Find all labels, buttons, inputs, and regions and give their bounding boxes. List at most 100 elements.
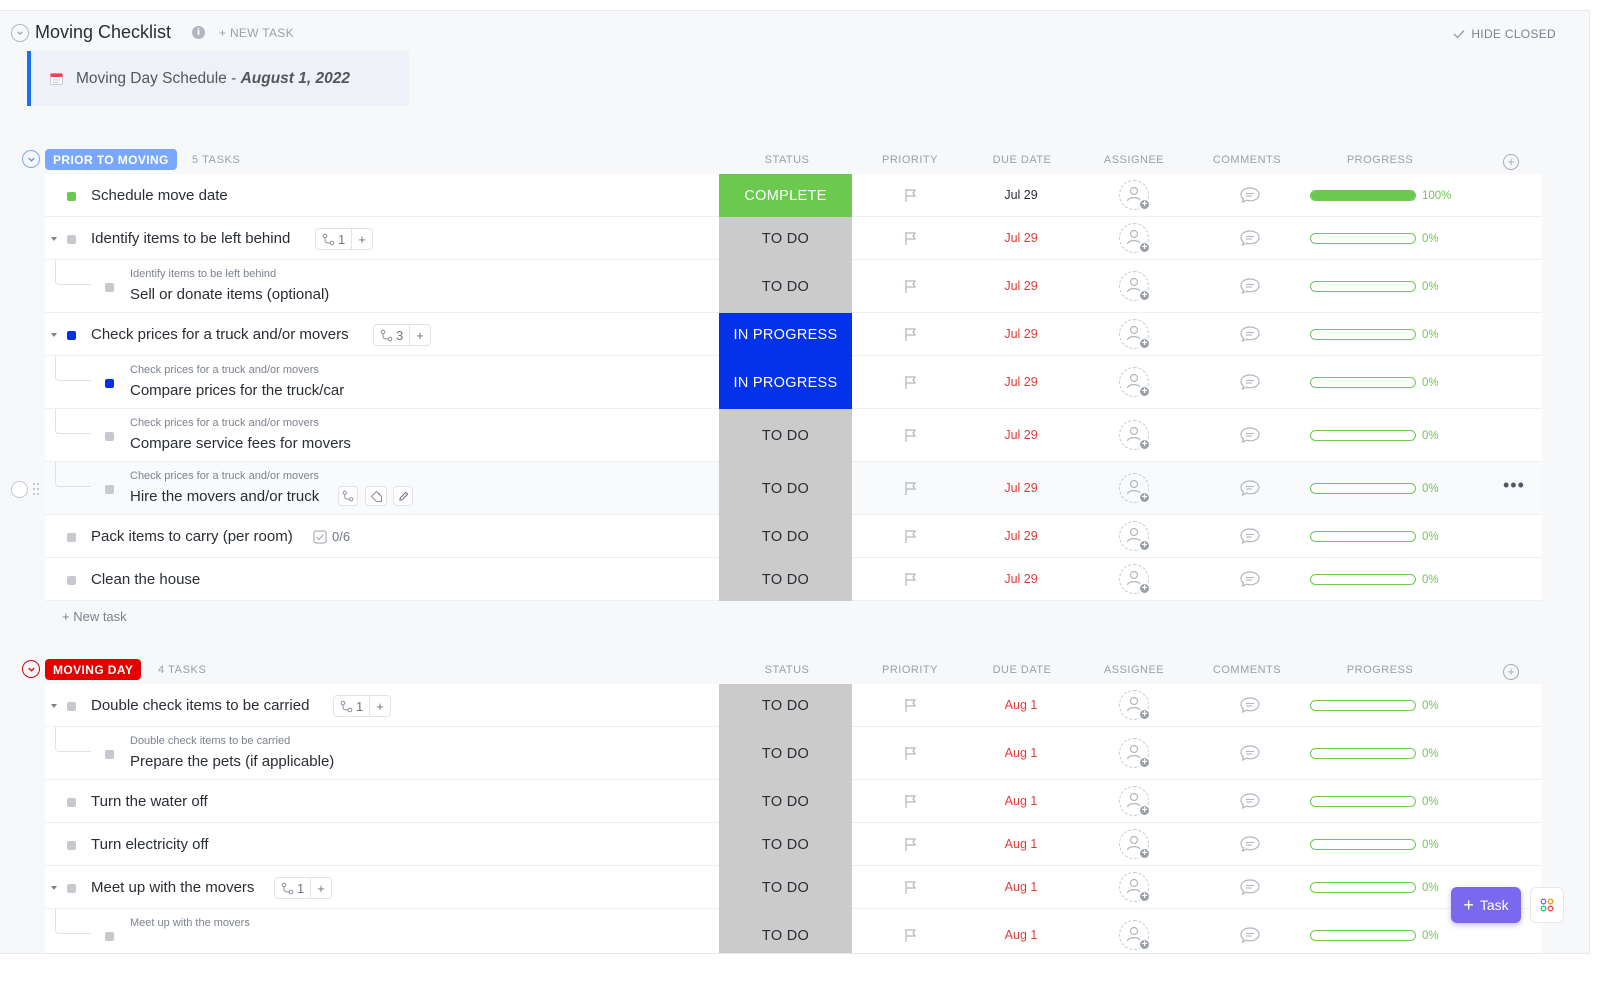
edit-button[interactable] xyxy=(393,486,413,506)
column-status[interactable]: STATUS xyxy=(740,154,834,166)
assignee-avatar[interactable]: + xyxy=(1119,786,1151,817)
task-row[interactable]: Check prices for a truck and/or movers 3… xyxy=(45,313,1542,356)
flag-icon[interactable] xyxy=(904,928,918,943)
subtask-button[interactable] xyxy=(338,486,358,506)
task-name[interactable]: Meet up with the movers xyxy=(91,879,254,896)
comment-icon[interactable] xyxy=(1239,186,1261,204)
add-column-button[interactable]: + xyxy=(1503,664,1519,680)
add-subtask-button[interactable]: + xyxy=(351,229,372,249)
comment-icon[interactable] xyxy=(1239,744,1261,762)
task-row[interactable]: Schedule move date COMPLETE Jul 29 + 100… xyxy=(45,174,1542,217)
task-row[interactable]: Identify items to be left behind 1 + TO … xyxy=(45,217,1542,260)
assignee-avatar[interactable]: + xyxy=(1119,319,1151,350)
column-assignee[interactable]: ASSIGNEE xyxy=(1094,664,1174,676)
status-pill[interactable]: IN PROGRESS xyxy=(719,356,852,409)
column-status[interactable]: STATUS xyxy=(740,664,834,676)
status-pill[interactable]: TO DO xyxy=(719,727,852,780)
flag-icon[interactable] xyxy=(904,481,918,496)
assignee-avatar[interactable]: + xyxy=(1119,920,1151,951)
parent-task-label[interactable]: Check prices for a truck and/or movers xyxy=(130,364,319,376)
expand-caret-icon[interactable] xyxy=(50,235,58,243)
column-progress[interactable]: PROGRESS xyxy=(1330,664,1430,676)
assignee-avatar[interactable]: + xyxy=(1119,829,1151,860)
subtask-row[interactable]: Check prices for a truck and/or movers C… xyxy=(45,409,1542,462)
subtask-row[interactable]: Meet up with the movers TO DO Aug 1 + 0% xyxy=(45,909,1542,953)
subtask-count[interactable]: 3 xyxy=(374,325,409,345)
info-icon[interactable]: i xyxy=(192,26,205,39)
subtask-row[interactable]: Check prices for a truck and/or movers H… xyxy=(45,462,1542,515)
task-row[interactable]: Turn electricity off TO DO Aug 1 + 0% xyxy=(45,823,1542,866)
column-priority[interactable]: PRIORITY xyxy=(870,664,950,676)
add-subtask-button[interactable]: + xyxy=(369,696,390,716)
task-name[interactable]: Turn electricity off xyxy=(91,836,209,853)
task-name[interactable]: Compare prices for the truck/car xyxy=(130,382,344,399)
assignee-avatar[interactable]: + xyxy=(1119,872,1151,903)
comment-icon[interactable] xyxy=(1239,426,1261,444)
column-progress[interactable]: PROGRESS xyxy=(1330,154,1430,166)
subtask-chip[interactable]: 3 + xyxy=(373,324,431,346)
add-task-fab[interactable]: + Task xyxy=(1451,887,1521,923)
flag-icon[interactable] xyxy=(904,375,918,390)
flag-icon[interactable] xyxy=(904,880,918,895)
hide-closed-toggle[interactable]: HIDE CLOSED xyxy=(1453,27,1556,41)
due-date[interactable]: Aug 1 xyxy=(993,880,1049,894)
comment-icon[interactable] xyxy=(1239,229,1261,247)
task-name[interactable]: Schedule move date xyxy=(91,187,228,204)
flag-icon[interactable] xyxy=(904,837,918,852)
comment-icon[interactable] xyxy=(1239,792,1261,810)
task-row[interactable]: Pack items to carry (per room) 0/6 TO DO… xyxy=(45,515,1542,558)
due-date[interactable]: Jul 29 xyxy=(993,481,1049,495)
task-name[interactable]: Sell or donate items (optional) xyxy=(130,286,329,303)
parent-task-label[interactable]: Check prices for a truck and/or movers xyxy=(130,470,319,482)
flag-icon[interactable] xyxy=(904,698,918,713)
more-options-icon[interactable]: ••• xyxy=(1503,475,1525,496)
due-date[interactable]: Jul 29 xyxy=(993,279,1049,293)
apps-button[interactable] xyxy=(1530,887,1564,923)
status-pill[interactable]: TO DO xyxy=(719,217,852,260)
status-pill[interactable]: TO DO xyxy=(719,558,852,601)
select-task-checkbox[interactable] xyxy=(11,481,28,498)
column-due-date[interactable]: DUE DATE xyxy=(980,154,1064,166)
comment-icon[interactable] xyxy=(1239,325,1261,343)
task-name[interactable]: Prepare the pets (if applicable) xyxy=(130,753,334,770)
task-row[interactable]: Meet up with the movers 1 + TO DO Aug 1 … xyxy=(45,866,1542,909)
comment-icon[interactable] xyxy=(1239,926,1261,944)
comment-icon[interactable] xyxy=(1239,835,1261,853)
collapse-section-moving-icon[interactable] xyxy=(22,660,40,678)
subtask-row[interactable]: Identify items to be left behind Sell or… xyxy=(45,260,1542,313)
due-date[interactable]: Aug 1 xyxy=(993,837,1049,851)
subtask-chip[interactable]: 1 + xyxy=(315,228,373,250)
due-date[interactable]: Jul 29 xyxy=(993,375,1049,389)
status-pill[interactable]: TO DO xyxy=(719,515,852,558)
due-date[interactable]: Jul 29 xyxy=(993,529,1049,543)
parent-task-label[interactable]: Identify items to be left behind xyxy=(130,268,276,280)
task-name[interactable]: Double check items to be carried xyxy=(91,697,309,714)
comment-icon[interactable] xyxy=(1239,373,1261,391)
due-date[interactable]: Jul 29 xyxy=(993,231,1049,245)
due-date[interactable]: Aug 1 xyxy=(993,928,1049,942)
column-due-date[interactable]: DUE DATE xyxy=(980,664,1064,676)
status-pill[interactable]: TO DO xyxy=(719,780,852,823)
task-name[interactable]: Check prices for a truck and/or movers xyxy=(91,326,349,343)
subtask-row[interactable]: Double check items to be carried Prepare… xyxy=(45,727,1542,780)
collapse-list-icon[interactable] xyxy=(11,24,29,42)
flag-icon[interactable] xyxy=(904,794,918,809)
subtask-row[interactable]: Check prices for a truck and/or movers C… xyxy=(45,356,1542,409)
task-row[interactable]: Turn the water off TO DO Aug 1 + 0% xyxy=(45,780,1542,823)
due-date[interactable]: Jul 29 xyxy=(993,188,1049,202)
status-pill[interactable]: TO DO xyxy=(719,866,852,909)
flag-icon[interactable] xyxy=(904,188,918,203)
task-name[interactable]: Compare service fees for movers xyxy=(130,435,351,452)
task-row[interactable]: Double check items to be carried 1 + TO … xyxy=(45,684,1542,727)
flag-icon[interactable] xyxy=(904,746,918,761)
status-pill[interactable]: IN PROGRESS xyxy=(719,313,852,356)
new-task-button[interactable]: + NEW TASK xyxy=(219,26,294,40)
assignee-avatar[interactable]: + xyxy=(1119,564,1151,595)
assignee-avatar[interactable]: + xyxy=(1119,473,1151,504)
task-name[interactable]: Identify items to be left behind xyxy=(91,230,290,247)
flag-icon[interactable] xyxy=(904,279,918,294)
add-subtask-button[interactable]: + xyxy=(310,878,331,898)
add-subtask-button[interactable]: + xyxy=(409,325,430,345)
status-pill[interactable]: TO DO xyxy=(719,909,852,953)
assignee-avatar[interactable]: + xyxy=(1119,180,1151,211)
